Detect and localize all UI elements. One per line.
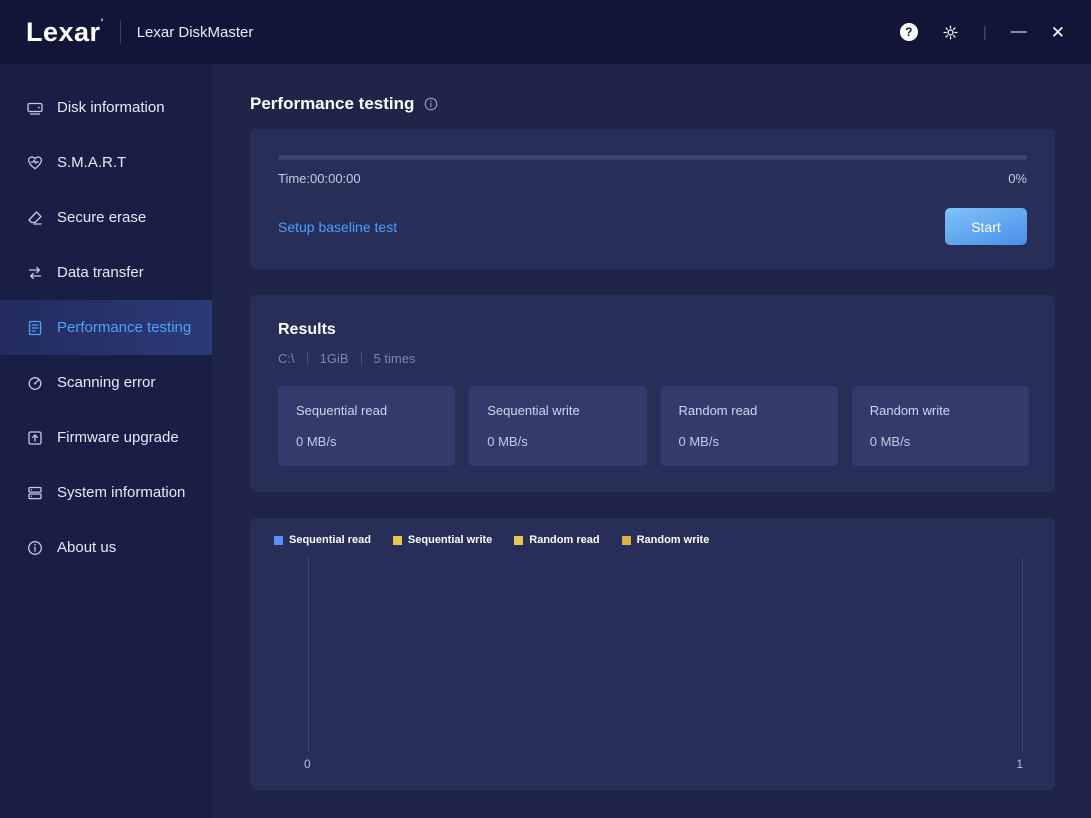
sidebar-item-system-information[interactable]: System information xyxy=(0,465,212,520)
legend-random-read[interactable]: Random read xyxy=(514,534,600,546)
sidebar-item-secure-erase[interactable]: Secure erase xyxy=(0,190,212,245)
results-panel: Results C:\ 1GiB 5 times Sequential read… xyxy=(250,295,1055,492)
sidebar-item-performance-testing[interactable]: Performance testing xyxy=(0,300,212,355)
tile-value: 0 MB/s xyxy=(296,434,337,449)
app-title: Lexar DiskMaster xyxy=(136,23,254,41)
about-us-icon xyxy=(26,539,44,557)
chart-legend: Sequential read Sequential write Random … xyxy=(274,534,1031,546)
test-size: 1GiB xyxy=(319,351,349,366)
setup-baseline-test-link[interactable]: Setup baseline test xyxy=(278,219,397,235)
sidebar-item-firmware-upgrade[interactable]: Firmware upgrade xyxy=(0,410,212,465)
scanning-error-icon xyxy=(26,374,44,392)
minimize-button[interactable]: — xyxy=(1011,24,1027,40)
tile-label: Sequential write xyxy=(487,403,580,418)
sidebar-item-label: Disk information xyxy=(57,99,165,116)
performance-testing-icon xyxy=(26,319,44,337)
disk-icon xyxy=(26,99,44,117)
sidebar-item-label: System information xyxy=(57,484,186,501)
lexar-logo: Lexar' xyxy=(26,16,104,47)
sidebar-item-label: Data transfer xyxy=(57,264,144,281)
window-controls: ? | — ✕ xyxy=(899,23,1065,41)
sidebar-item-data-transfer[interactable]: Data transfer xyxy=(0,245,212,300)
sidebar-item-about-us[interactable]: About us xyxy=(0,520,212,575)
tile-random-read: Random read 0 MB/s xyxy=(660,386,838,466)
results-heading: Results xyxy=(278,321,336,338)
chart-x-axis-ticks: 0 1 xyxy=(304,757,1023,771)
tile-value: 0 MB/s xyxy=(869,434,911,449)
system-information-icon xyxy=(26,484,44,502)
tile-sequential-read: Sequential read 0 MB/s xyxy=(278,386,456,466)
sidebar-item-label: S.M.A.R.T xyxy=(57,154,127,171)
main-content: Performance testing Time:00:00:00 0% Set… xyxy=(212,64,1091,818)
sidebar-item-label: Performance testing xyxy=(57,319,192,336)
legend-swatch-icon xyxy=(514,535,524,545)
legend-swatch-icon xyxy=(274,535,283,545)
help-icon[interactable]: ? xyxy=(899,23,918,41)
tile-random-write: Random write 0 MB/s xyxy=(851,386,1029,466)
progress-bar xyxy=(278,155,1027,160)
sidebar-item-label: Firmware upgrade xyxy=(57,429,179,446)
info-icon[interactable] xyxy=(423,96,439,112)
sidebar-item-disk-information[interactable]: Disk information xyxy=(0,80,212,135)
sidebar-item-scanning-error[interactable]: Scanning error xyxy=(0,355,212,410)
tile-sequential-write: Sequential write 0 MB/s xyxy=(469,386,647,466)
target-drive: C:\ xyxy=(278,351,295,366)
tile-label: Random write xyxy=(869,403,950,418)
test-actions: Setup baseline test Start xyxy=(278,208,1027,245)
elapsed-time: Time:00:00:00 xyxy=(278,171,361,186)
tile-label: Sequential read xyxy=(296,403,388,418)
result-tiles: Sequential read 0 MB/s Sequential write … xyxy=(278,386,1029,466)
page-header: Performance testing xyxy=(250,94,1055,114)
test-panel: Time:00:00:00 0% Setup baseline test Sta… xyxy=(250,129,1055,269)
settings-gear-icon[interactable] xyxy=(942,24,959,41)
test-iterations: 5 times xyxy=(373,351,416,366)
titlebar: Lexar' Lexar DiskMaster ? | — ✕ xyxy=(0,0,1091,64)
sidebar: Disk information S.M.A.R.T Secure erase … xyxy=(0,64,212,818)
legend-sequential-write[interactable]: Sequential write xyxy=(392,534,492,546)
secure-erase-icon xyxy=(26,209,44,227)
chart-panel: Sequential read Sequential write Random … xyxy=(250,518,1055,790)
progress-meta: Time:00:00:00 0% xyxy=(278,171,1027,186)
trademark-mark: ' xyxy=(100,16,104,29)
results-parameters: C:\ 1GiB 5 times xyxy=(278,351,1029,366)
sidebar-item-label: Scanning error xyxy=(57,374,156,391)
controls-separator: | xyxy=(982,23,987,41)
legend-swatch-icon xyxy=(392,535,402,545)
x-tick-max: 1 xyxy=(1016,757,1023,771)
start-button[interactable]: Start xyxy=(945,208,1027,245)
tile-value: 0 MB/s xyxy=(678,434,719,449)
tile-label: Random read xyxy=(678,403,758,418)
titlebar-divider xyxy=(119,20,121,44)
tile-value: 0 MB/s xyxy=(487,434,528,449)
sidebar-item-label: About us xyxy=(57,539,117,556)
sidebar-item-label: Secure erase xyxy=(57,209,147,226)
x-tick-min: 0 xyxy=(304,757,311,771)
chart-plot-area xyxy=(308,558,1023,752)
progress-percent: 0% xyxy=(1008,171,1027,186)
smart-heart-icon xyxy=(26,154,44,172)
data-transfer-icon xyxy=(26,264,44,282)
legend-swatch-icon xyxy=(621,535,631,545)
divider xyxy=(360,352,362,365)
sidebar-item-smart[interactable]: S.M.A.R.T xyxy=(0,135,212,190)
firmware-upgrade-icon xyxy=(26,429,44,447)
app-window: Lexar' Lexar DiskMaster ? | — ✕ Disk inf… xyxy=(0,0,1091,818)
close-button[interactable]: ✕ xyxy=(1051,24,1065,41)
divider xyxy=(306,352,308,365)
page-title: Performance testing xyxy=(250,94,415,113)
legend-sequential-read[interactable]: Sequential read xyxy=(274,534,371,546)
legend-random-write[interactable]: Random write xyxy=(621,534,709,546)
